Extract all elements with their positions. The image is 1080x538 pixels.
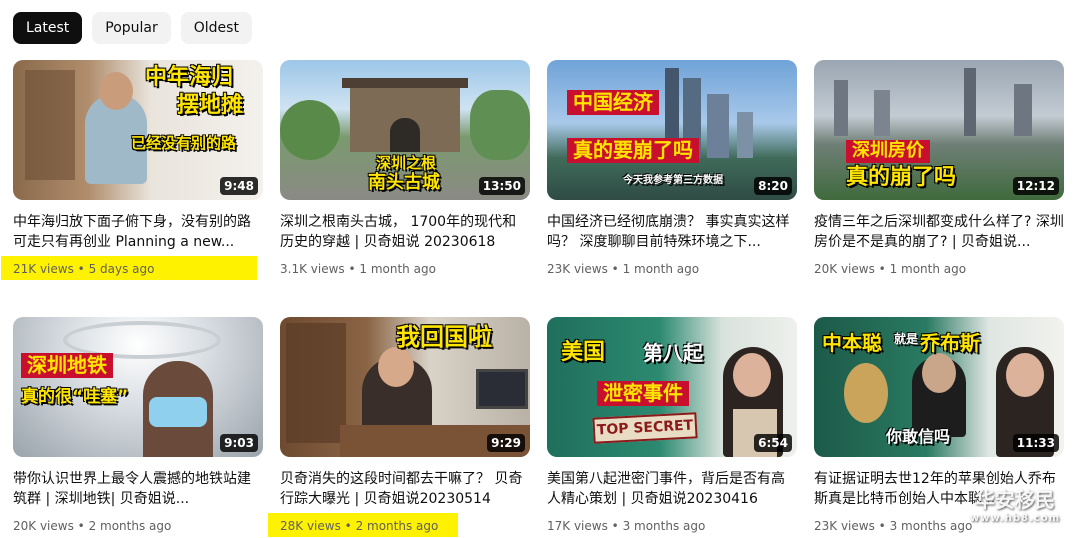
watermark-logo: 华安移民 www.hb8.com (970, 484, 1060, 524)
video-meta: 23K views • 1 month ago (547, 262, 797, 276)
video-meta: 20K views • 1 month ago (814, 262, 1064, 276)
thumb-caption: 今天我参考第三方数据 (623, 175, 723, 186)
view-count: 28K views (280, 519, 341, 533)
video-card[interactable]: 深圳地铁 真的很“哇塞” 9:03 带你认识世界上最令人震撼的地铁站建筑群 | … (13, 317, 263, 533)
meta-separator: • (878, 519, 890, 533)
thumb-caption: 乔布斯 (920, 331, 980, 355)
upload-age: 1 month ago (889, 262, 967, 276)
meta-separator: • (348, 262, 360, 276)
video-meta: 17K views • 3 months ago (547, 519, 797, 533)
duration-badge: 6:54 (754, 434, 792, 452)
thumb-caption: 就是 (894, 332, 919, 346)
thumb-caption: 中国经济 (567, 90, 659, 115)
video-card[interactable]: 深圳之根 南头古城 13:50 深圳之根南头古城， 1700年的现代和历史的穿越… (280, 60, 530, 276)
thumb-caption: 深圳房价 (846, 140, 930, 163)
video-meta: 3.1K views • 1 month ago (280, 262, 530, 276)
upload-age: 2 months ago (355, 519, 439, 533)
video-thumbnail[interactable]: 深圳房价 真的崩了吗 12:12 (814, 60, 1064, 200)
meta-separator: • (77, 262, 89, 276)
video-thumbnail[interactable]: 深圳之根 南头古城 13:50 (280, 60, 530, 200)
video-thumbnail[interactable]: 中本聪 就是 乔布斯 你敢信吗 11:33 (814, 317, 1064, 457)
thumb-caption: 我回国啦 (396, 323, 492, 351)
upload-age: 3 months ago (889, 519, 973, 533)
video-thumbnail[interactable]: 美国 第八起 泄密事件 TOP SECRET 6:54 (547, 317, 797, 457)
video-card[interactable]: 中年海归 摆地摊 已经没有别的路 9:48 中年海归放下面子俯下身，没有别的路可… (1, 60, 263, 280)
video-title[interactable]: 贝奇消失的这段时间都去干嘛了？ 贝奇行踪大曝光 | 贝奇姐说20230514 (280, 469, 530, 509)
filter-chips: Latest Popular Oldest (13, 12, 252, 44)
watermark-text: 华安移民 (974, 488, 1055, 512)
upload-age: 5 days ago (88, 262, 155, 276)
thumb-caption: 南头古城 (368, 172, 440, 193)
thumb-caption: 第八起 (643, 341, 703, 365)
thumb-caption: 深圳地铁 (21, 353, 113, 378)
chip-popular[interactable]: Popular (92, 12, 171, 44)
video-thumbnail[interactable]: 我回国啦 9:29 (280, 317, 530, 457)
thumb-caption: TOP SECRET (592, 412, 698, 444)
view-count: 21K views (13, 262, 74, 276)
thumb-caption: 中年海归 (145, 65, 234, 90)
duration-badge: 9:29 (487, 434, 525, 452)
thumb-caption: 摆地摊 (177, 93, 244, 118)
upload-age: 1 month ago (359, 262, 436, 276)
thumb-caption: 真的要崩了吗 (567, 138, 699, 163)
duration-badge: 11:33 (1012, 434, 1059, 452)
duration-badge: 9:03 (220, 434, 258, 452)
upload-age: 1 month ago (622, 262, 700, 276)
video-card[interactable]: 中国经济 真的要崩了吗 今天我参考第三方数据 8:20 中国经济已经彻底崩溃？ … (547, 60, 797, 276)
view-count: 17K views (547, 519, 608, 533)
view-count: 3.1K views (280, 262, 345, 276)
video-card[interactable]: 深圳房价 真的崩了吗 12:12 疫情三年之后深圳都变成什么样了? 深圳房价是不… (814, 60, 1064, 276)
duration-badge: 12:12 (1012, 177, 1059, 195)
video-meta: 20K views • 2 months ago (13, 519, 263, 533)
video-thumbnail[interactable]: 深圳地铁 真的很“哇塞” 9:03 (13, 317, 263, 457)
duration-badge: 13:50 (478, 177, 525, 195)
video-title[interactable]: 深圳之根南头古城， 1700年的现代和历史的穿越 | 贝奇姐说 20230618 (280, 212, 530, 252)
meta-separator: • (611, 519, 623, 533)
video-title[interactable]: 疫情三年之后深圳都变成什么样了? 深圳房价是不是真的崩了? | 贝奇姐说... (814, 212, 1064, 252)
meta-separator: • (611, 262, 623, 276)
video-card[interactable]: 我回国啦 9:29 贝奇消失的这段时间都去干嘛了？ 贝奇行踪大曝光 | 贝奇姐说… (268, 317, 530, 537)
video-card[interactable]: 美国 第八起 泄密事件 TOP SECRET 6:54 美国第八起泄密门事件，背… (547, 317, 797, 533)
view-count: 23K views (547, 262, 608, 276)
view-count: 20K views (814, 262, 875, 276)
upload-age: 3 months ago (622, 519, 706, 533)
upload-age: 2 months ago (88, 519, 172, 533)
thumb-caption: 真的很“哇塞” (21, 387, 129, 407)
video-title[interactable]: 中国经济已经彻底崩溃？ 事实真实这样吗？ 深度聊聊目前特殊环境之下... (547, 212, 797, 252)
thumb-caption: 真的崩了吗 (846, 165, 957, 190)
view-count: 23K views (814, 519, 875, 533)
watermark-url: www.hb8.com (969, 513, 1060, 524)
thumb-caption: 深圳之根 (376, 154, 437, 172)
thumb-caption: 中本聪 (822, 331, 882, 355)
thumb-caption: 泄密事件 (597, 381, 689, 406)
thumb-caption: 已经没有别的路 (131, 134, 237, 152)
video-title[interactable]: 美国第八起泄密门事件，背后是否有高人精心策划 | 贝奇姐说20230416 (547, 469, 797, 509)
video-title[interactable]: 带你认识世界上最令人震撼的地铁站建筑群 | 深圳地铁| 贝奇姐说... (13, 469, 263, 509)
chip-latest[interactable]: Latest (13, 12, 83, 44)
video-meta: 28K views • 2 months ago (268, 513, 530, 537)
thumb-caption: 美国 (561, 340, 606, 365)
meta-separator: • (878, 262, 890, 276)
video-meta: 21K views • 5 days ago (1, 256, 263, 280)
meta-separator: • (77, 519, 89, 533)
thumb-caption: 你敢信吗 (886, 427, 951, 446)
duration-badge: 8:20 (754, 177, 792, 195)
meta-separator: • (344, 519, 356, 533)
view-count: 20K views (13, 519, 74, 533)
chip-oldest[interactable]: Oldest (180, 12, 252, 44)
duration-badge: 9:48 (220, 177, 258, 195)
video-title[interactable]: 中年海归放下面子俯下身，没有别的路可走只有再创业 Planning a new.… (13, 212, 263, 252)
video-thumbnail[interactable]: 中年海归 摆地摊 已经没有别的路 9:48 (13, 60, 263, 200)
video-thumbnail[interactable]: 中国经济 真的要崩了吗 今天我参考第三方数据 8:20 (547, 60, 797, 200)
